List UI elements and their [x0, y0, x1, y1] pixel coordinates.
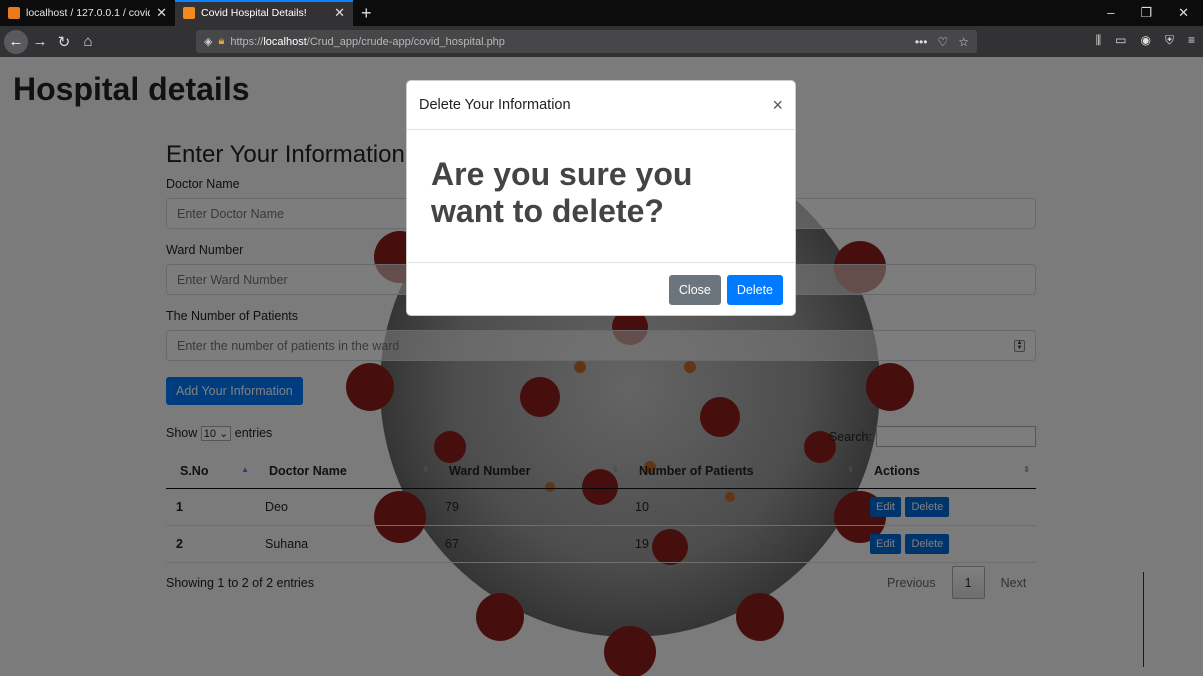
window-controls: – ❐ ✕	[1107, 5, 1203, 21]
reload-icon[interactable]: ↻	[52, 30, 76, 54]
delete-confirm-message: Are you sure you want to delete?	[431, 156, 693, 229]
page-actions-icon[interactable]: •••	[915, 35, 928, 49]
browser-tab-covid-hospital[interactable]: Covid Hospital Details! ✕	[175, 0, 353, 26]
modal-footer: Close Delete	[407, 263, 795, 317]
toolbar-icons: ⫼ ▭ ◉ ⛨ ≡	[1096, 33, 1195, 48]
sidebar-icon[interactable]: ▭	[1115, 33, 1126, 48]
modal-close-button[interactable]: Close	[668, 275, 721, 305]
url-text: https://localhost/Crud_app/crude-app/cov…	[230, 35, 505, 48]
modal-header: Delete Your Information ×	[407, 81, 795, 130]
back-arrow-icon[interactable]: ←	[4, 29, 28, 54]
modal-close-icon[interactable]: ×	[772, 95, 783, 116]
tab-title: Covid Hospital Details!	[201, 7, 307, 19]
modal-title: Delete Your Information	[419, 97, 571, 113]
modal-body: Are you sure you want to delete?	[407, 130, 795, 263]
browser-tab-phpmyadmin[interactable]: localhost / 127.0.0.1 / covid_ho ✕	[0, 0, 175, 26]
delete-modal: Delete Your Information × Are you sure y…	[406, 80, 796, 316]
pocket-icon[interactable]: ♡	[937, 35, 948, 49]
tab-title: localhost / 127.0.0.1 / covid_ho	[26, 7, 150, 19]
library-icon[interactable]: ⫼	[1096, 33, 1102, 48]
bookmark-star-icon[interactable]: ☆	[958, 35, 969, 49]
url-actions: ••• ♡ ☆	[915, 35, 977, 49]
tracking-shield-icon[interactable]: ◈	[204, 35, 212, 48]
menu-icon[interactable]: ≡	[1188, 33, 1195, 48]
new-tab-button[interactable]: +	[353, 3, 380, 24]
window-close-icon[interactable]: ✕	[1178, 5, 1189, 21]
tab-close-icon[interactable]: ✕	[334, 5, 345, 21]
home-icon[interactable]: ⌂	[76, 30, 100, 54]
url-bar[interactable]: ◈ 🔒︎ https://localhost/Crud_app/crude-ap…	[196, 30, 977, 53]
browser-tab-bar: localhost / 127.0.0.1 / covid_ho ✕ Covid…	[0, 0, 1203, 26]
browser-nav-bar: ← → ↻ ⌂ ◈ 🔒︎ https://localhost/Crud_app/…	[0, 26, 1203, 57]
insecure-lock-icon[interactable]: 🔒︎	[218, 35, 224, 48]
account-icon[interactable]: ◉	[1140, 33, 1150, 48]
restore-icon[interactable]: ❐	[1140, 5, 1152, 21]
phpmyadmin-favicon-icon	[8, 7, 20, 19]
extension-shield-icon[interactable]: ⛨	[1165, 33, 1174, 48]
modal-delete-button[interactable]: Delete	[726, 275, 783, 305]
tab-close-icon[interactable]: ✕	[156, 5, 167, 21]
minimize-icon[interactable]: –	[1107, 5, 1114, 21]
xampp-favicon-icon	[183, 7, 195, 19]
forward-arrow-icon[interactable]: →	[28, 30, 52, 54]
